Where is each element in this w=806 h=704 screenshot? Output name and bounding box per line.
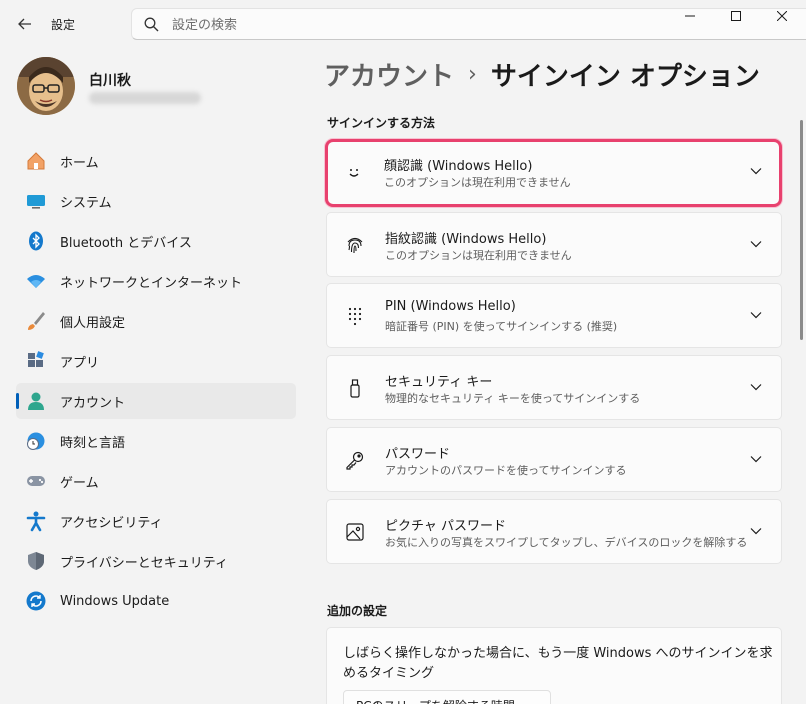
apps-icon [24,349,48,373]
sidebar-item-label: Windows Update [60,593,170,609]
person-icon [24,389,48,413]
option-desc: このオプションは現在利用できません [384,176,571,189]
arrow-left-icon [18,18,31,30]
maximize-button[interactable] [714,0,758,32]
breadcrumb-parent[interactable]: アカウント [324,56,454,93]
home-icon [24,149,48,173]
sidebar-item-label: Bluetooth とデバイス [60,235,192,251]
sidebar-item-windows-update[interactable]: Windows Update [16,583,296,619]
accessibility-icon [24,509,48,533]
bluetooth-icon [24,229,48,253]
title-bar: 設定 [0,0,806,48]
picture-icon [343,520,367,544]
user-name: 白川秋 [89,73,131,89]
sidebar-item-privacy[interactable]: プライバシーとセキュリティ [16,543,296,579]
sidebar-item-label: アプリ [60,355,100,371]
face-recognition-option[interactable]: 顔認識 (Windows Hello) このオプションは現在利用できません [325,139,782,207]
sidebar-item-bluetooth[interactable]: Bluetooth とデバイス [16,223,296,259]
sidebar-item-apps[interactable]: アプリ [16,343,296,379]
wifi-icon [24,269,48,293]
maximize-icon [731,11,741,21]
sidebar-item-system[interactable]: システム [16,183,296,219]
scrollbar[interactable] [800,120,803,340]
close-icon [777,11,787,21]
signin-section-title: サインインする方法 [327,116,436,130]
sidebar-item-accounts[interactable]: アカウント [16,383,296,419]
sidebar-item-label: プライバシーとセキュリティ [60,555,228,571]
avatar[interactable] [17,57,75,115]
security-key-option[interactable]: セキュリティ キー 物理的なセキュリティ キーを使ってサインインする [326,355,782,420]
pin-option[interactable]: PIN (Windows Hello) 暗証番号 (PIN) を使ってサインイン… [326,283,782,348]
fingerprint-icon [343,233,367,257]
sidebar-nav: ホーム システム Bluetooth とデバイス ネットワークとインターネット … [16,143,296,623]
brush-icon [24,309,48,333]
gamepad-icon [24,469,48,493]
key-icon [343,448,367,472]
chevron-down-icon[interactable] [747,235,765,253]
shield-icon [24,549,48,573]
app-title: 設定 [51,18,76,32]
require-signin-text: しばらく操作しなかった場合に、もう一度 Windows へのサインインを求めるタ… [343,646,773,681]
minimize-button[interactable] [668,0,712,32]
sidebar-item-personalization[interactable]: 個人用設定 [16,303,296,339]
sidebar-item-label: システム [60,195,112,211]
option-desc: 物理的なセキュリティ キーを使ってサインインする [385,392,641,405]
user-email-redacted [89,92,201,104]
require-signin-setting: しばらく操作しなかった場合に、もう一度 Windows へのサインインを求めるタ… [326,627,782,704]
sidebar-item-home[interactable]: ホーム [16,143,296,179]
close-button[interactable] [760,0,804,32]
sidebar-item-accessibility[interactable]: アクセシビリティ [16,503,296,539]
sidebar-item-label: ゲーム [60,475,99,491]
pin-keypad-icon [343,304,367,328]
sidebar-item-label: 時刻と言語 [60,435,126,451]
option-title: セキュリティ キー [385,375,493,390]
monitor-icon [24,189,48,213]
breadcrumb-separator: › [468,61,477,87]
option-title: ピクチャ パスワード [385,519,507,534]
sidebar-item-gaming[interactable]: ゲーム [16,463,296,499]
chevron-down-icon[interactable] [747,378,765,396]
option-desc: お気に入りの写真をスワイプしてタップし、デバイスのロックを解除する [385,536,748,549]
option-title: 顔認識 (Windows Hello) [384,159,533,174]
sidebar-item-time-language[interactable]: 時刻と言語 [16,423,296,459]
option-desc: このオプションは現在利用できません [385,249,572,262]
sidebar-item-label: ホーム [60,155,99,171]
sidebar-item-network[interactable]: ネットワークとインターネット [16,263,296,299]
usb-key-icon [343,376,367,400]
sidebar-item-label: 個人用設定 [60,315,126,331]
option-desc: アカウントのパスワードを使ってサインインする [385,464,627,477]
sidebar-item-label: ネットワークとインターネット [60,275,243,291]
avatar-image [17,57,75,115]
sidebar-item-label: アクセシビリティ [60,515,163,531]
fingerprint-option[interactable]: 指紋認識 (Windows Hello) このオプションは現在利用できません [326,212,782,277]
option-title: パスワード [385,447,451,462]
picture-password-option[interactable]: ピクチャ パスワード お気に入りの写真をスワイプしてタップし、デバイスのロックを… [326,499,782,564]
chevron-down-icon[interactable] [747,306,765,324]
back-button[interactable] [10,10,40,38]
chevron-down-icon[interactable] [747,450,765,468]
globe-clock-icon [24,429,48,453]
page-title: サインイン オプション [490,61,760,92]
password-option[interactable]: パスワード アカウントのパスワードを使ってサインインする [326,427,782,492]
search-input[interactable] [172,15,572,35]
option-title: 指紋認識 (Windows Hello) [385,232,547,247]
face-icon [342,160,366,184]
option-desc: 暗証番号 (PIN) を使ってサインインする (推奨) [385,320,618,333]
require-signin-select[interactable]: PCのスリープを解除する時間 [343,690,551,704]
minimize-icon [685,15,695,17]
extra-section-title: 追加の設定 [327,604,388,618]
breadcrumb: アカウント › サインイン オプション [324,56,760,92]
chevron-down-icon[interactable] [747,522,765,540]
sidebar-item-label: アカウント [60,395,126,411]
update-icon [24,589,48,613]
search-icon [144,17,159,32]
chevron-down-icon[interactable] [747,162,765,180]
option-title: PIN (Windows Hello) [385,299,516,314]
